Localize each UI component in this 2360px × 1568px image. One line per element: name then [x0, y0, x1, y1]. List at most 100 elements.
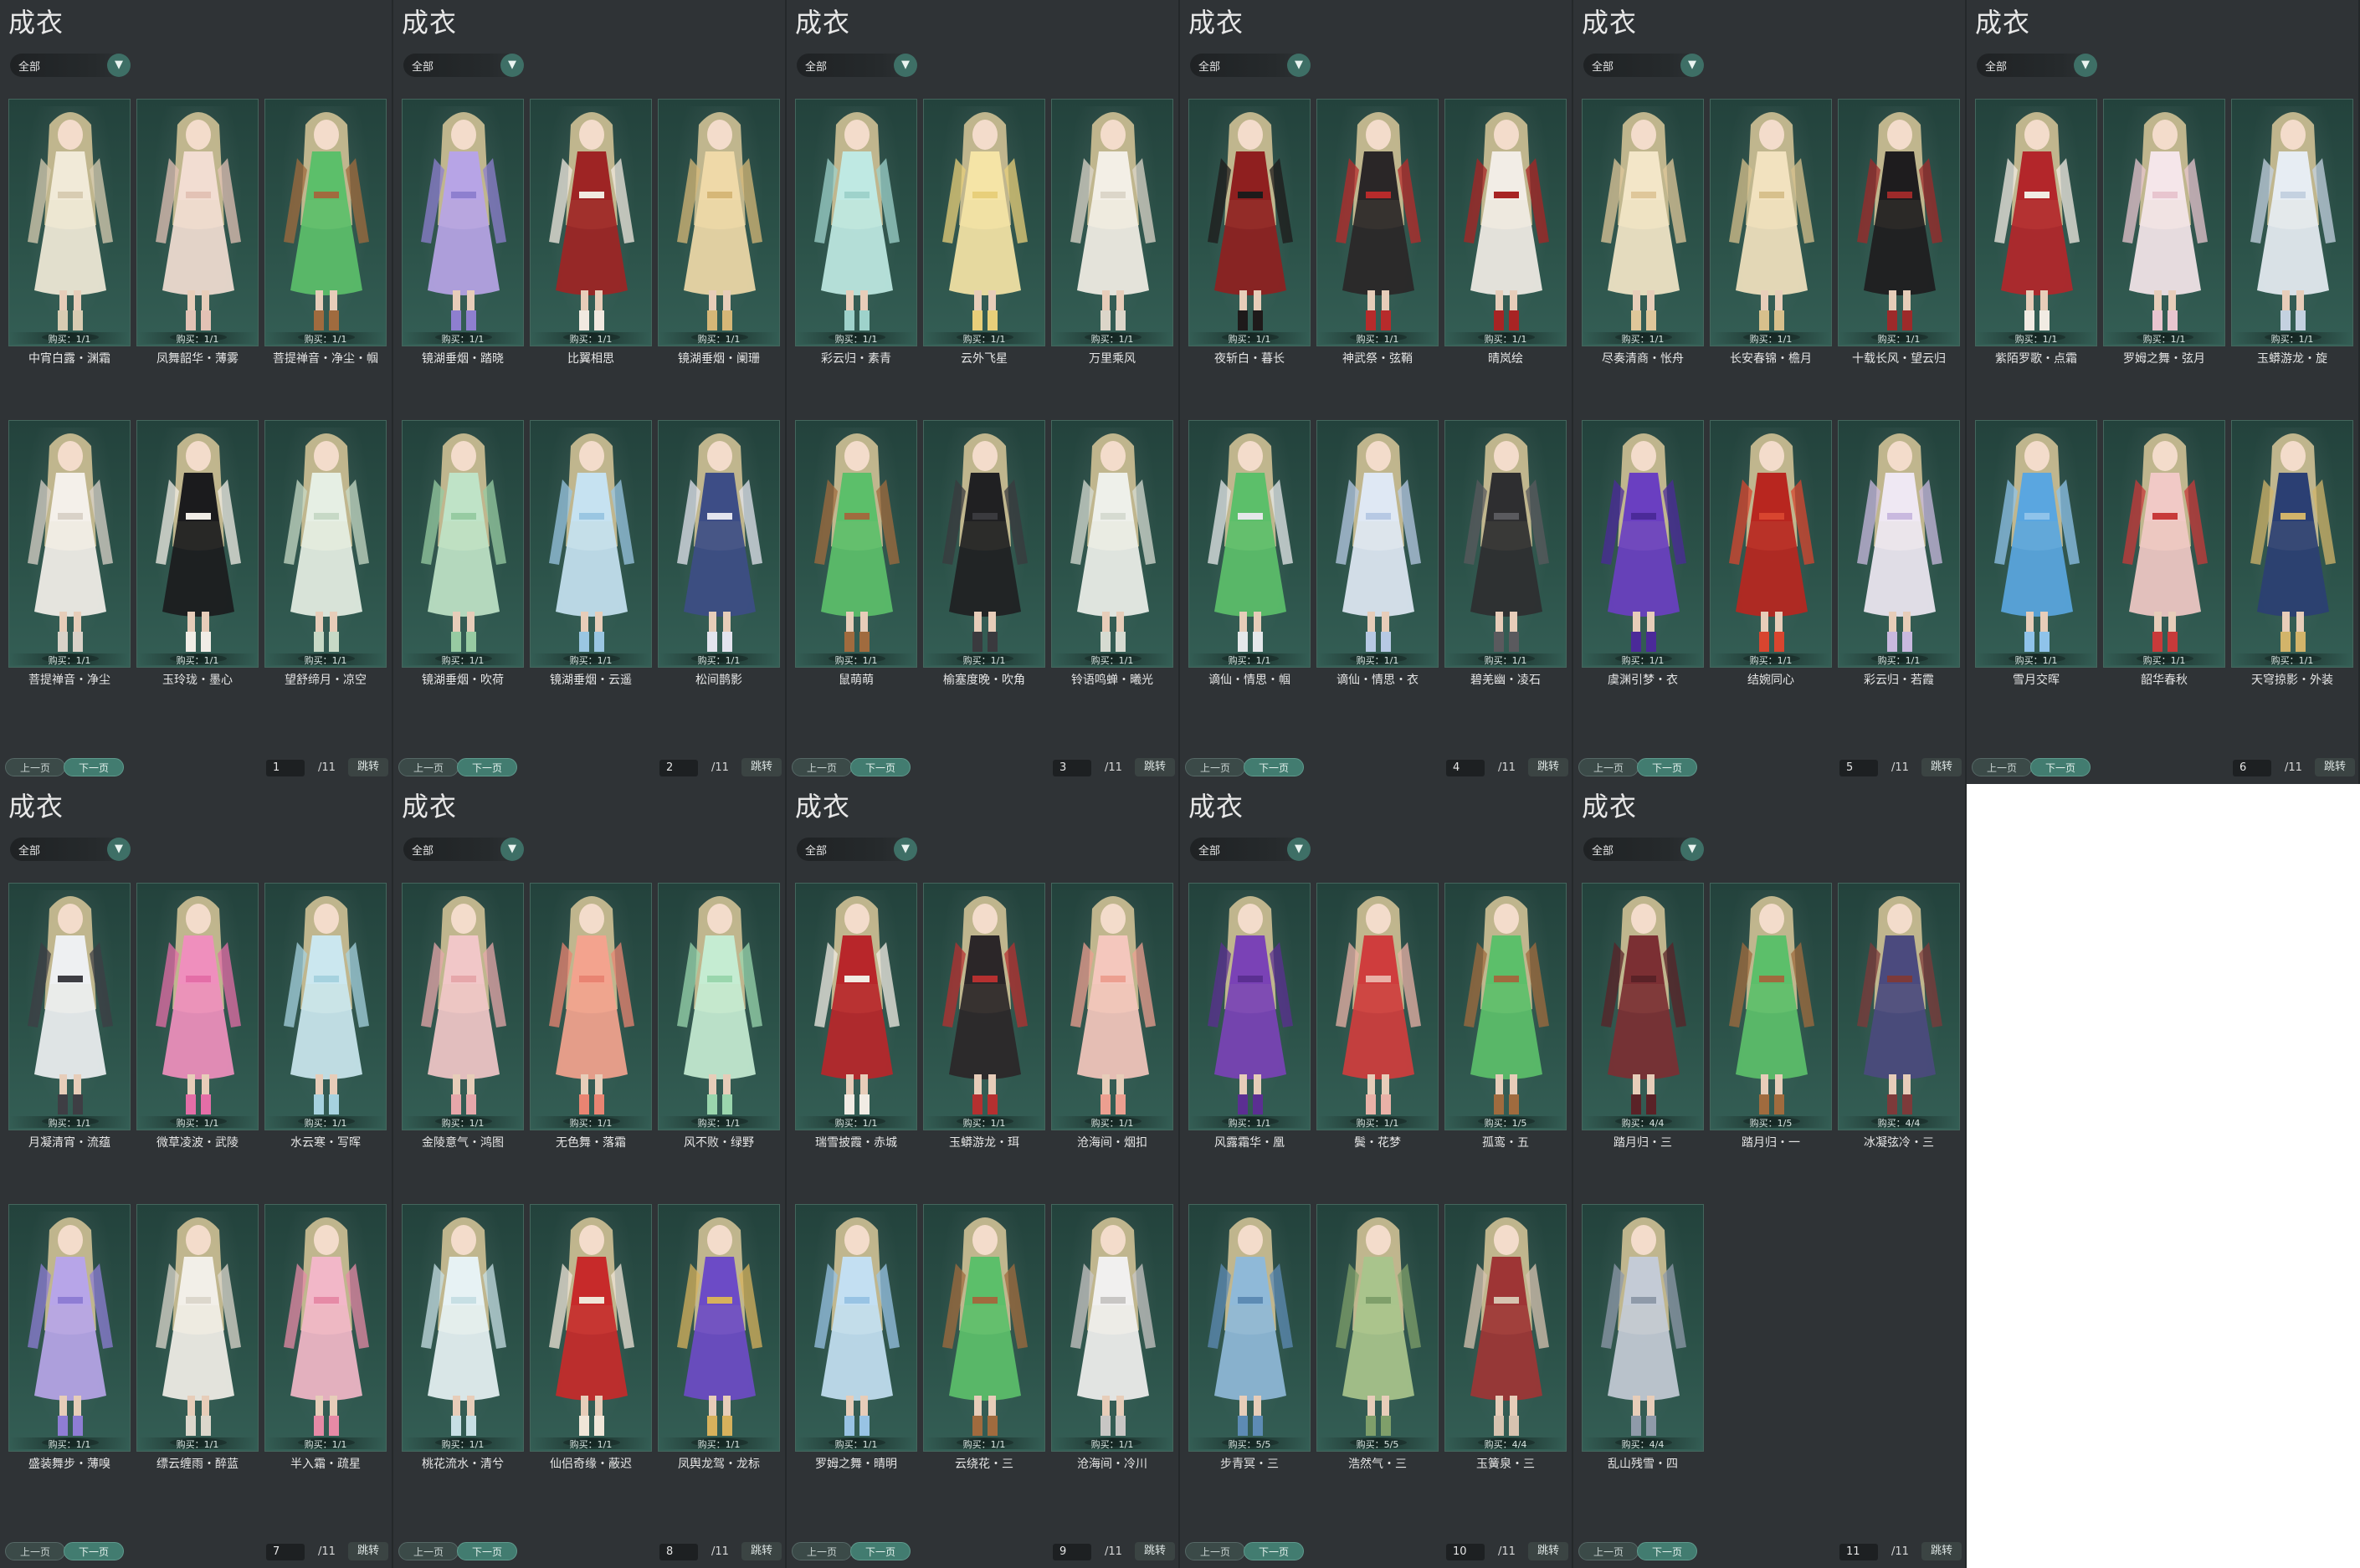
outfit-card[interactable]: 购买：1/1 — [1051, 420, 1173, 668]
outfit-card[interactable]: 购买：1/1 — [2103, 420, 2225, 668]
category-filter-dropdown[interactable]: 全部 ▼ — [1190, 54, 1311, 77]
page-number-input[interactable]: 8 — [659, 1544, 698, 1560]
prev-page-button[interactable]: 上一页 — [1578, 758, 1639, 776]
category-filter-dropdown[interactable]: 全部 ▼ — [1977, 54, 2097, 77]
next-page-button[interactable]: 下一页 — [1637, 758, 1697, 776]
outfit-card[interactable]: 购买：4/4 — [1444, 1204, 1567, 1452]
outfit-card[interactable]: 购买：1/1 — [923, 99, 1045, 346]
chevron-down-icon[interactable]: ▼ — [894, 838, 917, 861]
category-filter-dropdown[interactable]: 全部 ▼ — [10, 54, 131, 77]
outfit-card[interactable]: 购买：1/1 — [1316, 99, 1439, 346]
page-number-input[interactable]: 9 — [1053, 1544, 1091, 1560]
category-filter-dropdown[interactable]: 全部 ▼ — [403, 838, 524, 861]
prev-page-button[interactable]: 上一页 — [1185, 1542, 1245, 1560]
jump-button[interactable]: 跳转 — [1921, 758, 1962, 776]
outfit-card[interactable]: 购买：1/1 — [2103, 99, 2225, 346]
outfit-card[interactable]: 购买：1/1 — [1710, 99, 1832, 346]
outfit-card[interactable]: 购买：1/1 — [1838, 420, 1960, 668]
outfit-card[interactable]: 购买：1/1 — [264, 1204, 387, 1452]
outfit-card[interactable]: 购买：1/1 — [136, 99, 259, 346]
outfit-card[interactable]: 购买：4/4 — [1582, 883, 1704, 1130]
prev-page-button[interactable]: 上一页 — [398, 1542, 459, 1560]
outfit-card[interactable]: 购买：4/4 — [1582, 1204, 1704, 1452]
page-number-input[interactable]: 6 — [2233, 760, 2271, 776]
outfit-card[interactable]: 购买：1/1 — [795, 1204, 917, 1452]
prev-page-button[interactable]: 上一页 — [1185, 758, 1245, 776]
jump-button[interactable]: 跳转 — [348, 1542, 388, 1560]
page-number-input[interactable]: 11 — [1839, 1544, 1878, 1560]
chevron-down-icon[interactable]: ▼ — [107, 54, 131, 77]
outfit-card[interactable]: 购买：1/1 — [1838, 99, 1960, 346]
outfit-card[interactable]: 购买：1/1 — [1582, 99, 1704, 346]
jump-button[interactable]: 跳转 — [1921, 1542, 1962, 1560]
chevron-down-icon[interactable]: ▼ — [2074, 54, 2097, 77]
outfit-card[interactable]: 购买：1/1 — [402, 99, 524, 346]
category-filter-dropdown[interactable]: 全部 ▼ — [797, 838, 917, 861]
page-number-input[interactable]: 7 — [266, 1544, 305, 1560]
outfit-card[interactable]: 购买：1/1 — [1188, 883, 1311, 1130]
outfit-card[interactable]: 购买：1/1 — [8, 1204, 131, 1452]
outfit-card[interactable]: 购买：1/1 — [923, 420, 1045, 668]
outfit-card[interactable]: 购买：1/1 — [1444, 99, 1567, 346]
chevron-down-icon[interactable]: ▼ — [107, 838, 131, 861]
outfit-card[interactable]: 购买：1/1 — [1188, 99, 1311, 346]
outfit-card[interactable]: 购买：1/1 — [1188, 420, 1311, 668]
outfit-card[interactable]: 购买：1/1 — [402, 883, 524, 1130]
outfit-card[interactable]: 购买：1/1 — [136, 1204, 259, 1452]
prev-page-button[interactable]: 上一页 — [398, 758, 459, 776]
outfit-card[interactable]: 购买：1/1 — [402, 420, 524, 668]
outfit-card[interactable]: 购买：1/1 — [795, 883, 917, 1130]
next-page-button[interactable]: 下一页 — [2030, 758, 2091, 776]
outfit-card[interactable]: 购买：1/1 — [136, 883, 259, 1130]
next-page-button[interactable]: 下一页 — [64, 1542, 124, 1560]
jump-button[interactable]: 跳转 — [1528, 1542, 1568, 1560]
outfit-card[interactable]: 购买：1/1 — [2231, 99, 2353, 346]
outfit-card[interactable]: 购买：1/1 — [658, 883, 780, 1130]
outfit-card[interactable]: 购买：1/1 — [658, 420, 780, 668]
outfit-card[interactable]: 购买：1/1 — [1051, 1204, 1173, 1452]
category-filter-dropdown[interactable]: 全部 ▼ — [10, 838, 131, 861]
chevron-down-icon[interactable]: ▼ — [500, 838, 524, 861]
outfit-card[interactable]: 购买：1/1 — [658, 1204, 780, 1452]
outfit-card[interactable]: 购买：1/1 — [1710, 420, 1832, 668]
page-number-input[interactable]: 10 — [1446, 1544, 1485, 1560]
outfit-card[interactable]: 购买：1/1 — [530, 883, 652, 1130]
outfit-card[interactable]: 购买：1/1 — [923, 1204, 1045, 1452]
next-page-button[interactable]: 下一页 — [1637, 1542, 1697, 1560]
outfit-card[interactable]: 购买：1/1 — [1975, 99, 2097, 346]
outfit-card[interactable]: 购买：1/1 — [8, 420, 131, 668]
prev-page-button[interactable]: 上一页 — [1578, 1542, 1639, 1560]
chevron-down-icon[interactable]: ▼ — [1287, 54, 1311, 77]
outfit-card[interactable]: 购买：1/1 — [1444, 420, 1567, 668]
category-filter-dropdown[interactable]: 全部 ▼ — [1190, 838, 1311, 861]
outfit-card[interactable]: 购买：1/1 — [1975, 420, 2097, 668]
outfit-card[interactable]: 购买：1/1 — [1316, 420, 1439, 668]
outfit-card[interactable]: 购买：1/1 — [795, 420, 917, 668]
jump-button[interactable]: 跳转 — [1528, 758, 1568, 776]
outfit-card[interactable]: 购买：1/1 — [795, 99, 917, 346]
next-page-button[interactable]: 下一页 — [1244, 1542, 1304, 1560]
outfit-card[interactable]: 购买：5/5 — [1188, 1204, 1311, 1452]
page-number-input[interactable]: 3 — [1053, 760, 1091, 776]
category-filter-dropdown[interactable]: 全部 ▼ — [1583, 838, 1704, 861]
chevron-down-icon[interactable]: ▼ — [1680, 838, 1704, 861]
outfit-card[interactable]: 购买：1/1 — [658, 99, 780, 346]
jump-button[interactable]: 跳转 — [1135, 1542, 1175, 1560]
outfit-card[interactable]: 购买：1/1 — [530, 1204, 652, 1452]
outfit-card[interactable]: 购买：1/1 — [923, 883, 1045, 1130]
jump-button[interactable]: 跳转 — [741, 758, 782, 776]
page-number-input[interactable]: 2 — [659, 760, 698, 776]
page-number-input[interactable]: 5 — [1839, 760, 1878, 776]
outfit-card[interactable]: 购买：1/5 — [1444, 883, 1567, 1130]
outfit-card[interactable]: 购买：1/1 — [530, 420, 652, 668]
outfit-card[interactable]: 购买：1/1 — [136, 420, 259, 668]
jump-button[interactable]: 跳转 — [348, 758, 388, 776]
page-number-input[interactable]: 4 — [1446, 760, 1485, 776]
outfit-card[interactable]: 购买：1/1 — [1051, 883, 1173, 1130]
outfit-card[interactable]: 购买：4/4 — [1838, 883, 1960, 1130]
category-filter-dropdown[interactable]: 全部 ▼ — [1583, 54, 1704, 77]
chevron-down-icon[interactable]: ▼ — [894, 54, 917, 77]
jump-button[interactable]: 跳转 — [2315, 758, 2355, 776]
outfit-card[interactable]: 购买：1/1 — [1051, 99, 1173, 346]
prev-page-button[interactable]: 上一页 — [5, 758, 65, 776]
